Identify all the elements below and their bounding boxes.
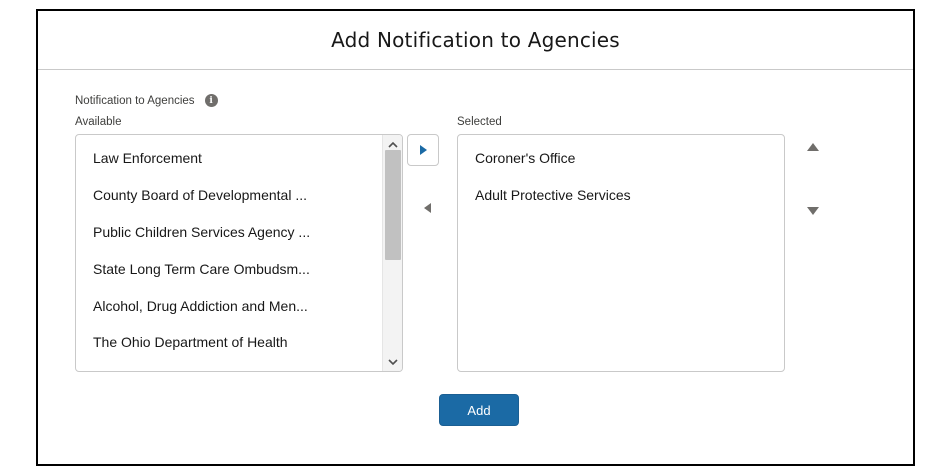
triangle-right-icon: [420, 145, 427, 155]
available-scrollbar[interactable]: [382, 135, 402, 371]
modal-dialog: Add Notification to Agencies Notificatio…: [36, 9, 915, 466]
available-label: Available: [75, 116, 122, 128]
field-label-text: Notification to Agencies: [75, 94, 195, 107]
scroll-up-icon[interactable]: [383, 137, 402, 151]
triangle-up-icon: [807, 143, 819, 151]
move-down-button[interactable]: [797, 197, 829, 225]
scrollbar-thumb[interactable]: [385, 150, 401, 260]
available-option[interactable]: Alcohol, Drug Addiction and Men...: [93, 298, 308, 314]
scroll-down-icon[interactable]: [383, 355, 402, 369]
available-option[interactable]: Law Enforcement: [93, 150, 202, 166]
move-up-button[interactable]: [797, 133, 829, 161]
available-option[interactable]: State Long Term Care Ombudsm...: [93, 261, 310, 277]
available-option[interactable]: County Board of Developmental ...: [93, 187, 307, 203]
available-option[interactable]: Public Children Services Agency ...: [93, 224, 310, 240]
selected-label: Selected: [457, 116, 502, 128]
modal-title: Add Notification to Agencies: [331, 28, 620, 52]
add-button[interactable]: Add: [439, 394, 519, 426]
field-label: Notification to Agencies i: [75, 94, 218, 107]
modal-header: Add Notification to Agencies: [38, 11, 913, 70]
selected-listbox[interactable]: Coroner's Office Adult Protective Servic…: [457, 134, 785, 372]
selected-option[interactable]: Adult Protective Services: [475, 187, 631, 203]
selected-option[interactable]: Coroner's Office: [475, 150, 575, 166]
available-option[interactable]: The Ohio Department of Health: [93, 334, 288, 350]
triangle-left-icon: [424, 203, 431, 213]
move-to-selected-button[interactable]: [407, 134, 439, 166]
info-icon[interactable]: i: [204, 94, 218, 107]
move-to-available-button[interactable]: [412, 192, 444, 224]
triangle-down-icon: [807, 207, 819, 215]
available-listbox[interactable]: Law Enforcement County Board of Developm…: [75, 134, 403, 372]
